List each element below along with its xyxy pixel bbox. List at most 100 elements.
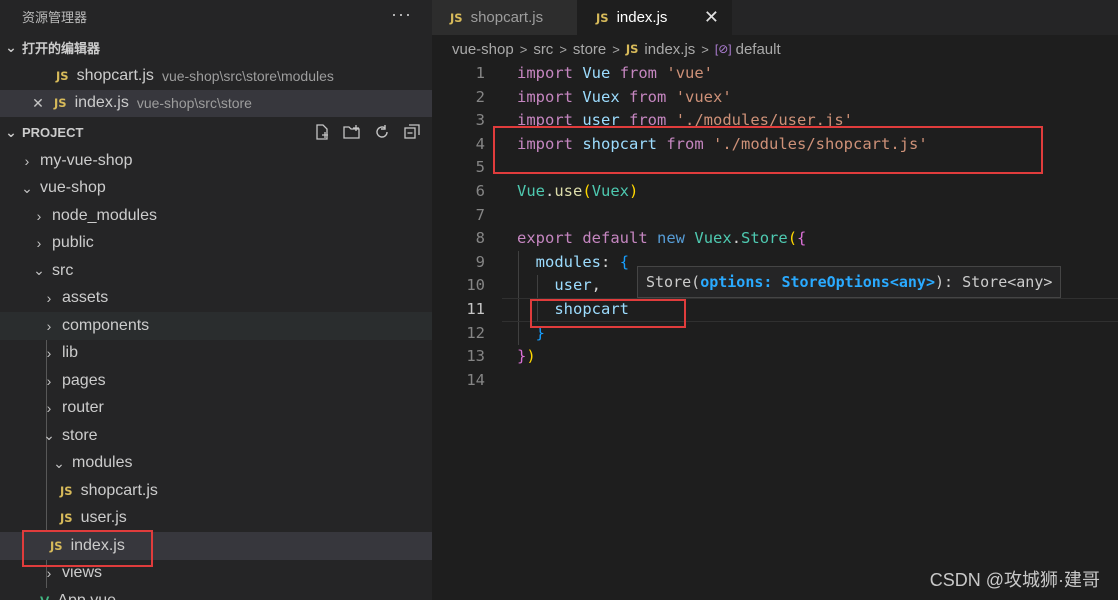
tree-item-store[interactable]: ⌄ store — [0, 422, 432, 450]
open-editor-path: vue-shop\src\store — [136, 95, 252, 112]
tree-item-label: views — [62, 564, 103, 582]
chevron-right-icon: › — [36, 207, 42, 224]
breadcrumb-item[interactable]: index.js — [644, 41, 695, 58]
chevron-right-icon: › — [24, 152, 30, 169]
js-file-icon: JS — [450, 10, 463, 25]
tree-item-shopcart-js[interactable]: JS shopcart.js — [0, 477, 432, 505]
code-line: 12 } — [466, 323, 546, 342]
tree-item-lib[interactable]: › lib — [0, 340, 432, 368]
tree-item-label: public — [52, 234, 94, 252]
js-file-icon: JS — [596, 10, 609, 25]
breadcrumb-separator-icon: > — [701, 41, 709, 57]
tree-item-vue-shop[interactable]: ⌄ vue-shop — [0, 175, 432, 203]
collapse-all-icon[interactable] — [402, 122, 422, 142]
open-editor-item-shopcart[interactable]: JS shopcart.js vue-shop\src\store\module… — [0, 62, 432, 90]
chevron-down-icon: ⌄ — [21, 179, 33, 196]
chevron-right-icon: › — [36, 235, 42, 252]
tree-item-label: lib — [62, 344, 79, 362]
code-line: 3 import user from './modules/user.js' — [475, 111, 853, 130]
code-line: 13}) — [466, 347, 536, 366]
tree-item-my-vue-shop[interactable]: › my-vue-shop — [0, 147, 432, 175]
chevron-right-icon: › — [46, 400, 52, 417]
js-file-icon: JS — [60, 511, 73, 526]
tree-item-label: vue-shop — [40, 179, 106, 197]
js-file-icon: JS — [50, 538, 63, 553]
breadcrumb-item[interactable]: store — [573, 41, 606, 58]
tree-item-components[interactable]: › components — [0, 312, 432, 340]
open-editor-filename: shopcart.js — [76, 66, 154, 84]
tree-item-label: modules — [72, 454, 133, 472]
open-editors-header[interactable]: ⌄ 打开的编辑器 — [0, 32, 432, 62]
tree-item-pages[interactable]: › pages — [0, 367, 432, 395]
breadcrumb-separator-icon: > — [519, 41, 528, 57]
tooltip-param: options: StoreOptions<any> — [700, 273, 935, 291]
new-file-icon[interactable] — [312, 122, 332, 142]
tree-item-assets[interactable]: › assets — [0, 285, 432, 313]
signature-tooltip: Store(options: StoreOptions<any>): Store… — [637, 266, 1062, 298]
explorer-title: 资源管理器 — [22, 9, 88, 25]
tooltip-suffix: ): Store<any> — [935, 273, 1053, 291]
chevron-right-icon: › — [46, 372, 52, 389]
tree-item-user-js[interactable]: JS user.js — [0, 505, 432, 533]
code-editor[interactable]: 1 import Vue from 'vue' 2 import Vuex from… — [432, 62, 1118, 392]
open-editor-filename: index.js — [74, 94, 129, 112]
js-file-icon: JS — [625, 42, 639, 56]
ellipsis-icon[interactable]: ··· — [391, 4, 412, 25]
breadcrumb: vue-shop > src > store > JS index.js > [… — [432, 35, 1118, 63]
tree-item-public[interactable]: › public — [0, 230, 432, 258]
tab-index-js[interactable]: JS index.js ✕ — [578, 0, 732, 35]
chevron-down-icon: ⌄ — [53, 454, 65, 471]
tree-item-app-vue[interactable]: V App.vue — [0, 587, 432, 600]
tree-item-label: src — [52, 261, 74, 279]
close-tab-icon[interactable]: ✕ — [704, 7, 719, 28]
tree-item-label: App.vue — [57, 592, 116, 600]
code-line: 7 — [475, 205, 485, 224]
tree-item-router[interactable]: › router — [0, 395, 432, 423]
tree-item-label: user.js — [80, 509, 127, 527]
tree-item-index-js[interactable]: JS index.js — [0, 532, 432, 560]
js-file-icon: JS — [54, 96, 67, 111]
tree-item-views[interactable]: › views — [0, 560, 432, 588]
tree-item-node-modules[interactable]: › node_modules — [0, 202, 432, 230]
breadcrumb-separator-icon: > — [559, 41, 567, 57]
code-line: 1 import Vue from 'vue' — [475, 64, 714, 82]
breadcrumb-item[interactable]: src — [533, 41, 553, 58]
tree-item-label: pages — [62, 371, 106, 389]
tree-item-label: node_modules — [52, 206, 157, 224]
code-line-current: 11 shopcart — [432, 297, 1118, 322]
open-editor-item-index[interactable]: ✕ JS index.js vue-shop\src\store — [0, 89, 432, 117]
new-folder-icon[interactable] — [342, 122, 362, 142]
editor-area: JS shopcart.js JS index.js ✕ vue-shop > … — [432, 0, 1118, 600]
tab-label: shopcart.js — [470, 9, 544, 26]
code-line: 14 — [466, 370, 485, 389]
explorer-sidebar: 资源管理器 ··· ⌄ 打开的编辑器 JS shopcart.js vue-sh… — [0, 0, 432, 600]
tree-item-label: my-vue-shop — [40, 151, 133, 169]
chevron-down-icon: ⌄ — [5, 38, 17, 55]
project-tree: › my-vue-shop ⌄ vue-shop › node_modules … — [0, 147, 432, 600]
symbol-variable-icon: [⊘] — [714, 42, 732, 56]
close-icon[interactable]: ✕ — [28, 95, 48, 112]
js-file-icon: JS — [60, 483, 73, 498]
tree-item-modules[interactable]: ⌄ modules — [0, 450, 432, 478]
chevron-down-icon: ⌄ — [5, 123, 17, 140]
chevron-down-icon: ⌄ — [33, 262, 45, 279]
breadcrumb-item[interactable]: default — [736, 41, 781, 58]
vue-file-icon: V — [40, 593, 49, 600]
editor-tabs: JS shopcart.js JS index.js ✕ — [432, 0, 1118, 35]
tree-item-label: shopcart.js — [80, 481, 158, 499]
chevron-right-icon: › — [46, 290, 52, 307]
breadcrumb-separator-icon: > — [612, 41, 620, 57]
tab-shopcart-js[interactable]: JS shopcart.js — [432, 0, 578, 35]
project-header[interactable]: ⌄ PROJECT — [0, 117, 432, 147]
code-line: 4 import shopcart from './modules/shopcar… — [475, 134, 928, 153]
tab-label: index.js — [616, 9, 668, 26]
code-line: 6 Vue.use(Vuex) — [475, 181, 639, 200]
open-editor-path: vue-shop\src\store\modules — [161, 67, 334, 84]
chevron-right-icon: › — [46, 565, 52, 582]
chevron-down-icon: ⌄ — [43, 427, 55, 444]
refresh-icon[interactable] — [372, 122, 392, 142]
breadcrumb-item[interactable]: vue-shop — [452, 41, 514, 58]
tree-item-label: router — [62, 399, 104, 417]
tree-item-src[interactable]: ⌄ src — [0, 257, 432, 285]
tree-item-label: assets — [62, 289, 109, 307]
